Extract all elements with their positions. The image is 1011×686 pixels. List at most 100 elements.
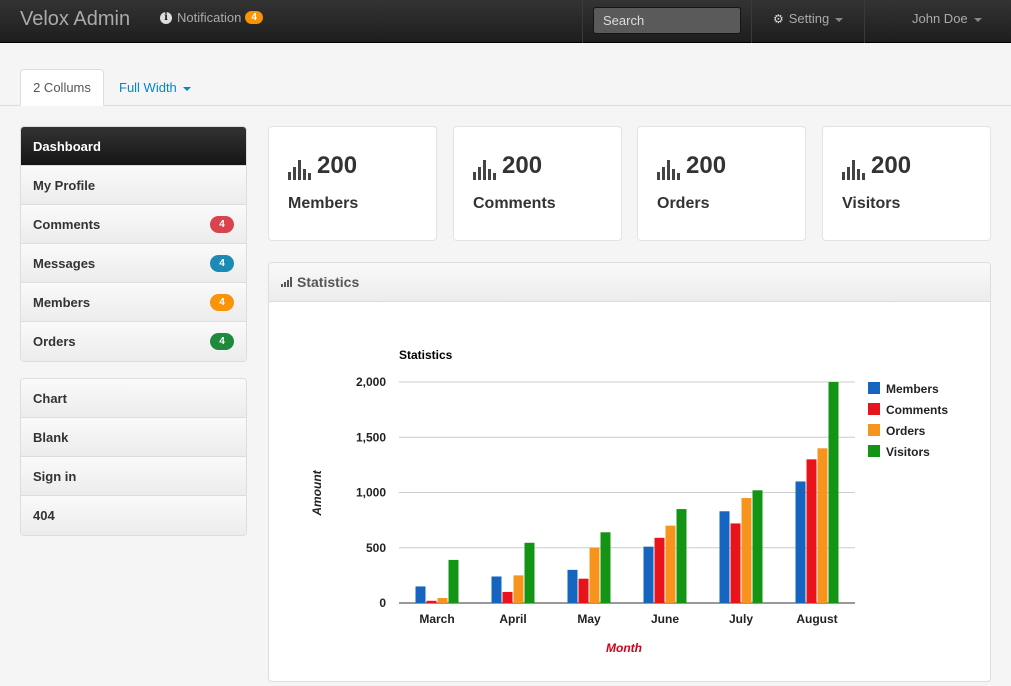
- statistics-chart: Statistics 0 500 1,000 1,500 2,000 March April M…: [310, 348, 948, 655]
- sidebar-item-members[interactable]: Members 4: [21, 283, 246, 322]
- stat-label: Visitors: [842, 195, 901, 212]
- bar-visitors-march: [448, 559, 459, 603]
- signal-icon: [281, 277, 292, 287]
- user-menu[interactable]: John Doe: [912, 11, 982, 26]
- statistics-panel: Statistics Statistics 0 500 1,000 1,500 2,000…: [268, 262, 991, 682]
- bar-orders-march: [437, 598, 448, 603]
- legend-swatch-visitors: [868, 445, 880, 457]
- legend-swatch-comments: [868, 403, 880, 415]
- stat-value-row: 200: [657, 152, 726, 180]
- nav-divider: [751, 0, 752, 43]
- sidebar-item-label: 404: [33, 508, 55, 523]
- sidebar-item-label: Comments: [33, 217, 101, 232]
- stat-label: Members: [288, 195, 359, 212]
- info-icon: i: [160, 11, 172, 24]
- sidebar-item-label: Chart: [33, 391, 67, 406]
- stat-value: 200: [502, 152, 543, 179]
- chevron-down-icon: [835, 17, 844, 22]
- x-tick-label: June: [651, 612, 679, 626]
- notification-menu[interactable]: i Notification 4: [160, 10, 263, 25]
- sidebar-item-label: Messages: [33, 256, 96, 271]
- statistics-panel-header: Statistics: [269, 263, 990, 302]
- bar-chart-icon: [657, 160, 680, 180]
- sidebar-item-messages[interactable]: Messages 4: [21, 244, 246, 283]
- x-tick-label: March: [419, 612, 454, 626]
- sidebar-item-sign-in[interactable]: Sign in: [21, 457, 246, 496]
- user-name: John Doe: [912, 11, 968, 26]
- legend-label-orders: Orders: [886, 424, 926, 438]
- nav-divider: [582, 0, 583, 43]
- chevron-down-icon: [973, 17, 982, 22]
- bar-chart-icon: [473, 160, 496, 180]
- gear-icon: ⚙: [773, 11, 784, 26]
- top-navbar: Velox Admin i Notification 4 Search ⚙ Se…: [0, 0, 1011, 43]
- stat-label: Orders: [657, 195, 710, 212]
- chart-title: Statistics: [399, 348, 453, 362]
- notification-label: Notification: [177, 10, 242, 25]
- bar-visitors-june: [676, 509, 687, 603]
- bar-comments-march: [426, 600, 437, 603]
- bar-comments-may: [578, 578, 589, 603]
- nav-divider: [864, 0, 865, 43]
- sidebar-secondary-nav: Chart Blank Sign in 404: [20, 378, 247, 536]
- sidebar-item-blank[interactable]: Blank: [21, 418, 246, 457]
- legend-label-members: Members: [886, 382, 939, 396]
- count-badge: 4: [210, 255, 234, 272]
- sidebar-item-my-profile[interactable]: My Profile: [21, 166, 246, 205]
- stat-value-row: 200: [288, 152, 357, 180]
- brand-logo[interactable]: Velox Admin: [20, 8, 130, 31]
- tab-2-columns[interactable]: 2 Collums: [20, 69, 104, 106]
- sidebar-item-chart[interactable]: Chart: [21, 379, 246, 418]
- tab-full-width-label: Full Width: [119, 79, 177, 95]
- bar-comments-june: [654, 537, 665, 603]
- sidebar-primary-nav: Dashboard My Profile Comments 4 Messages 4 Mem…: [20, 126, 247, 362]
- layout-tabs: 2 Collums Full Width: [0, 69, 1011, 106]
- bar-orders-april: [513, 575, 524, 603]
- sidebar-item-label: Sign in: [33, 469, 77, 484]
- bar-members-june: [643, 546, 654, 603]
- bar-comments-april: [502, 591, 513, 603]
- legend-label-visitors: Visitors: [886, 445, 930, 459]
- setting-menu[interactable]: ⚙ Setting: [773, 11, 844, 26]
- sidebar-item-label: Members: [33, 295, 91, 310]
- stat-card-orders: 200 Orders: [637, 126, 806, 241]
- legend-swatch-members: [868, 382, 880, 394]
- stat-value-row: 200: [473, 152, 542, 180]
- search-input[interactable]: Search: [593, 7, 741, 34]
- bar-chart-icon: [288, 160, 311, 180]
- panel-title: Statistics: [297, 273, 360, 290]
- bar-members-may: [567, 569, 578, 603]
- sidebar-item-404[interactable]: 404: [21, 496, 246, 535]
- stat-value: 200: [686, 152, 727, 179]
- stat-card-members: 200 Members: [268, 126, 437, 241]
- bar-orders-august: [817, 448, 828, 603]
- stat-card-comments: 200 Comments: [453, 126, 622, 241]
- y-tick-label: 0: [379, 596, 386, 610]
- bar-visitors-may: [600, 532, 611, 603]
- x-axis-label: Month: [606, 641, 642, 655]
- chevron-down-icon: [182, 86, 191, 91]
- sidebar-item-dashboard[interactable]: Dashboard: [21, 127, 246, 166]
- x-tick-label: April: [499, 612, 526, 626]
- sidebar-item-label: Blank: [33, 430, 69, 445]
- y-tick-label: 2,000: [356, 375, 386, 389]
- bar-chart-icon: [842, 160, 865, 180]
- bar-orders-may: [589, 547, 600, 603]
- sidebar-item-label: My Profile: [33, 178, 96, 193]
- y-tick-label: 1,000: [356, 486, 386, 500]
- bar-visitors-july: [752, 490, 763, 603]
- sidebar-item-label: Orders: [33, 334, 76, 349]
- bar-members-july: [719, 511, 730, 603]
- x-tick-label: July: [729, 612, 753, 626]
- y-axis-label: Amount: [310, 469, 324, 516]
- y-tick-label: 500: [366, 541, 386, 555]
- count-badge: 4: [210, 216, 234, 233]
- x-tick-label: August: [796, 612, 837, 626]
- bar-visitors-april: [524, 542, 535, 603]
- bar-orders-july: [741, 498, 752, 603]
- sidebar-item-comments[interactable]: Comments 4: [21, 205, 246, 244]
- sidebar-item-label: Dashboard: [33, 139, 101, 154]
- x-tick-label: May: [577, 612, 601, 626]
- tab-full-width[interactable]: Full Width: [119, 69, 191, 106]
- sidebar-item-orders[interactable]: Orders 4: [21, 322, 246, 361]
